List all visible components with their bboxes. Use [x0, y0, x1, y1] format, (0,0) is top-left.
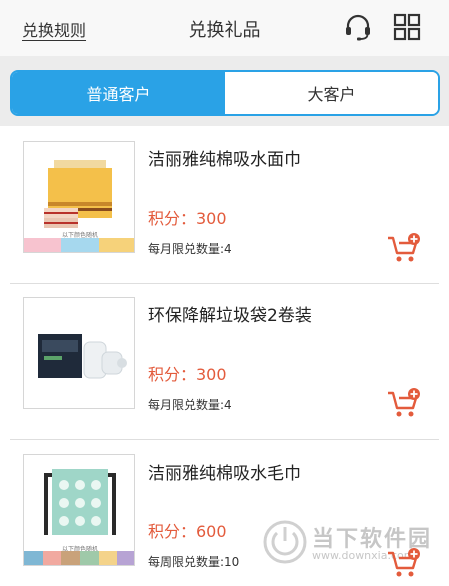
add-to-cart-icon[interactable] [386, 547, 422, 579]
trash-bag-illustration [38, 334, 127, 379]
product-image: 以下颜色随机 [23, 454, 135, 566]
color-swatches [24, 238, 134, 252]
towel-illustration [44, 160, 112, 228]
list-item[interactable]: 以下颜色随机 洁丽雅纯棉吸水面巾 积分：300 每月限兑数量:4 [0, 126, 449, 282]
product-name: 洁丽雅纯棉吸水面巾 [148, 150, 301, 170]
product-points: 积分：300 [148, 209, 227, 228]
product-image [23, 297, 135, 409]
tab-key-account[interactable]: 大客户 [225, 72, 438, 114]
tab-regular-customer[interactable]: 普通客户 [12, 72, 225, 114]
page-title: 兑换礼品 [188, 20, 261, 41]
product-points: 积分：300 [148, 365, 227, 384]
product-name: 洁丽雅纯棉吸水毛巾 [148, 464, 301, 484]
product-points: 积分：600 [148, 522, 227, 541]
list-item[interactable]: 以下颜色随机 洁丽雅纯棉吸水毛巾 积分：600 每周限兑数量:10 [0, 439, 449, 586]
headset-icon[interactable] [343, 12, 373, 42]
customer-type-tabs: 普通客户 大客户 [10, 70, 440, 116]
add-to-cart-icon[interactable] [386, 232, 422, 264]
list-item[interactable]: 环保降解垃圾袋2卷装 积分：300 每月限兑数量:4 [0, 283, 449, 439]
exchange-limit: 每周限兑数量:10 [148, 555, 240, 569]
header-bar: 兑换规则 兑换礼品 [0, 0, 449, 56]
add-to-cart-icon[interactable] [386, 387, 422, 419]
color-swatches [24, 551, 134, 565]
towel-rack-illustration [44, 469, 116, 535]
exchange-limit: 每月限兑数量:4 [148, 398, 232, 412]
exchange-limit: 每月限兑数量:4 [148, 242, 232, 256]
product-image: 以下颜色随机 [23, 141, 135, 253]
product-list: 以下颜色随机 洁丽雅纯棉吸水面巾 积分：300 每月限兑数量:4 环保降解垃圾袋… [0, 126, 449, 586]
product-name: 环保降解垃圾袋2卷装 [148, 306, 312, 326]
grid-icon[interactable] [393, 13, 421, 41]
